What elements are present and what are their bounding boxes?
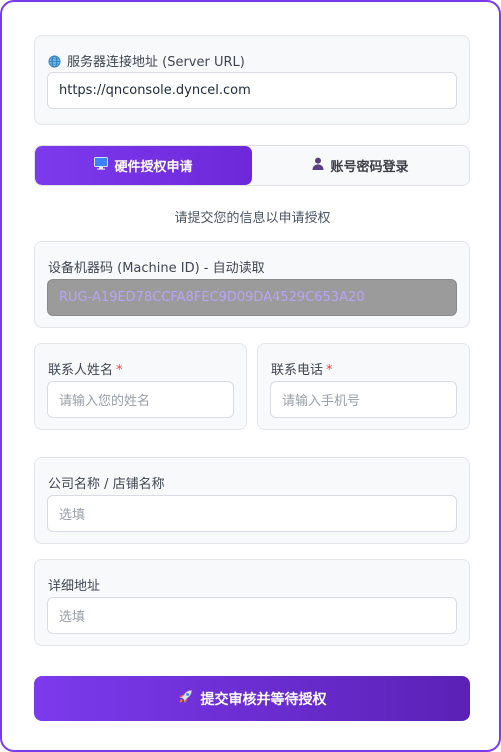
contact-phone-label-text: 联系电话	[271, 363, 324, 378]
auth-tabs: 硬件授权申请 账号密码登录	[34, 145, 470, 186]
machine-id-field: RUG-A19ED78CCFA8FEC9D09DA4529C653A20	[47, 279, 457, 316]
contact-name-label: 联系人姓名 *	[48, 359, 123, 378]
globe-icon	[48, 55, 61, 72]
server-url-label: 服务器连接地址 (Server URL)	[48, 51, 245, 72]
server-url-input[interactable]: https://qnconsole.dyncel.com	[47, 72, 457, 109]
tab-account-label: 账号密码登录	[330, 160, 409, 175]
server-url-label-text: 服务器连接地址 (Server URL)	[67, 55, 245, 70]
contact-phone-label: 联系电话 *	[271, 359, 333, 378]
tab-account-login[interactable]: 账号密码登录	[252, 146, 469, 185]
monitor-icon	[94, 157, 109, 174]
company-card: 公司名称 / 店铺名称 选填	[34, 457, 470, 544]
tab-hardware-license[interactable]: 硬件授权申请	[35, 146, 252, 185]
machine-id-card: 设备机器码 (Machine ID) - 自动读取 RUG-A19ED78CCF…	[34, 241, 470, 328]
contact-phone-input[interactable]: 请输入手机号	[270, 381, 457, 418]
address-label: 详细地址	[48, 579, 101, 594]
rocket-icon	[178, 689, 193, 708]
server-url-card: 服务器连接地址 (Server URL) https://qnconsole.d…	[34, 35, 470, 125]
required-marker: *	[326, 363, 333, 378]
user-icon	[312, 157, 324, 174]
contact-phone-card: 联系电话 * 请输入手机号	[257, 343, 470, 430]
required-marker: *	[116, 363, 123, 378]
address-card: 详细地址 选填	[34, 559, 470, 646]
app-window: 服务器连接地址 (Server URL) https://qnconsole.d…	[0, 0, 501, 752]
form-subtitle: 请提交您的信息以申请授权	[174, 211, 331, 226]
company-label: 公司名称 / 店铺名称	[48, 477, 165, 492]
company-input[interactable]: 选填	[47, 495, 457, 532]
submit-label: 提交审核并等待授权	[200, 691, 327, 708]
contact-name-card: 联系人姓名 * 请输入您的姓名	[34, 343, 247, 430]
tab-hardware-label: 硬件授权申请	[114, 160, 193, 175]
submit-button[interactable]: 提交审核并等待授权	[34, 676, 470, 721]
address-input[interactable]: 选填	[47, 597, 457, 634]
contact-name-input[interactable]: 请输入您的姓名	[47, 381, 234, 418]
contact-name-label-text: 联系人姓名	[48, 363, 114, 378]
machine-id-label: 设备机器码 (Machine ID) - 自动读取	[48, 261, 265, 276]
